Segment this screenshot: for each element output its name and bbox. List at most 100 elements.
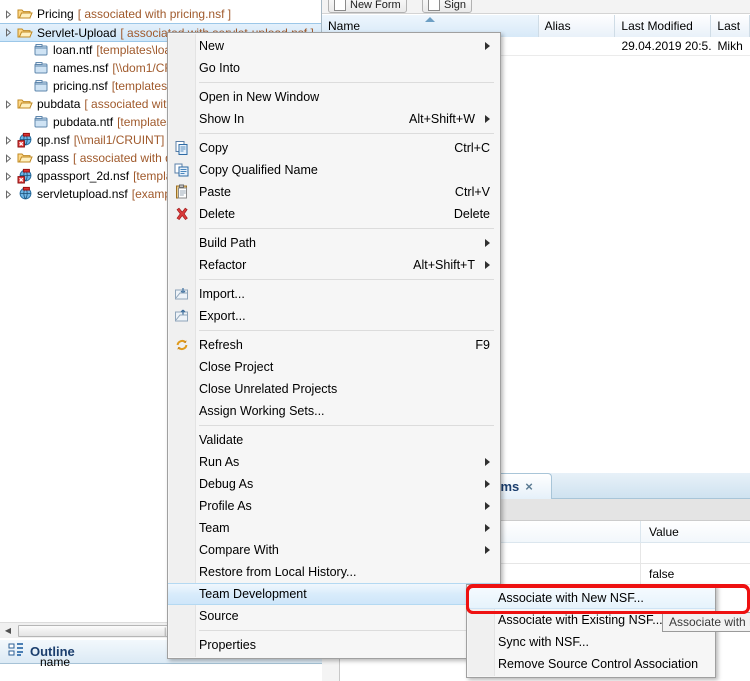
tree-item-label: loan.ntf xyxy=(53,43,92,57)
tree-item-label: names.nsf xyxy=(53,61,108,75)
table-cell: Mikh xyxy=(711,37,750,56)
toolbar-button-new-form[interactable]: New Form xyxy=(328,0,407,13)
chevron-right-icon[interactable] xyxy=(0,95,16,113)
submenu-arrow-icon xyxy=(485,458,490,466)
menu-item-debug-as[interactable]: Debug As xyxy=(168,473,500,495)
menu-item-shortcut: F9 xyxy=(475,338,490,352)
chevron-right-icon[interactable] xyxy=(0,167,16,185)
nsf-error-icon xyxy=(16,168,34,184)
menu-item-assign-working-sets[interactable]: Assign Working Sets... xyxy=(168,400,500,422)
menu-item-close-unrelated-projects[interactable]: Close Unrelated Projects xyxy=(168,378,500,400)
chevron-right-icon[interactable] xyxy=(0,5,16,23)
menu-item-paste[interactable]: PasteCtrl+V xyxy=(168,181,500,203)
folder-open-icon xyxy=(16,96,34,112)
tree-item[interactable]: Pricing[ associated with pricing.nsf ] xyxy=(0,5,322,23)
outline-icon xyxy=(8,642,24,661)
submenu-item-associate-with-new-nsf[interactable]: Associate with New NSF... xyxy=(467,587,715,609)
menu-item-show-in[interactable]: Show In Alt+Shift+W xyxy=(168,108,500,130)
menu-item-label: Refactor xyxy=(199,258,401,272)
refresh-icon xyxy=(173,336,191,354)
menu-item-copy-qualified-name[interactable]: Copy Qualified Name xyxy=(168,159,500,181)
toolbar-button-label: New Form xyxy=(350,0,401,11)
menu-item-label: Debug As xyxy=(199,477,475,491)
menu-item-team-development[interactable]: Team Development xyxy=(168,583,500,605)
close-icon[interactable]: × xyxy=(525,479,533,494)
menu-item-label: Run As xyxy=(199,455,475,469)
menu-item-import[interactable]: Import... xyxy=(168,283,500,305)
toolbar-button-label: Sign xyxy=(444,0,466,11)
menu-item-go-into[interactable]: Go Into xyxy=(168,57,500,79)
menu-item-label: Validate xyxy=(199,433,490,447)
menu-item-shortcut: Ctrl+C xyxy=(454,141,490,155)
column-header-alias[interactable]: Alias xyxy=(539,15,616,37)
menu-item-delete[interactable]: DeleteDelete xyxy=(168,203,500,225)
context-menu[interactable]: NewGo Into Open in New Window Show In Alt+S… xyxy=(167,32,501,659)
menu-item-new[interactable]: New xyxy=(168,35,500,57)
menu-item-label: Export... xyxy=(199,309,490,323)
tree-item-label: qp.nsf xyxy=(37,133,70,147)
menu-item-label: Open in New Window xyxy=(199,90,490,104)
chevron-right-icon[interactable] xyxy=(0,185,16,203)
menu-item-team[interactable]: Team xyxy=(168,517,500,539)
menu-item-label: Copy Qualified Name xyxy=(199,163,490,177)
menu-item-build-path[interactable]: Build Path xyxy=(168,232,500,254)
menu-item-open-in-new-window[interactable]: Open in New Window xyxy=(168,86,500,108)
menu-item-shortcut: Delete xyxy=(454,207,490,221)
submenu-item-sync-with-nsf[interactable]: Sync with NSF... xyxy=(467,631,715,653)
column-header-label: Last Modified xyxy=(621,19,692,33)
menu-item-restore-from-local-history[interactable]: Restore from Local History... xyxy=(168,561,500,583)
menu-item-validate[interactable]: Validate xyxy=(168,429,500,451)
tree-item-label: Servlet-Upload xyxy=(37,26,116,40)
submenu-item-label: Sync with NSF... xyxy=(498,635,705,649)
menu-item-profile-as[interactable]: Profile As xyxy=(168,495,500,517)
menu-item-run-as[interactable]: Run As xyxy=(168,451,500,473)
column-header-last[interactable]: Last xyxy=(711,15,750,37)
tree-item-label: qpass xyxy=(37,151,69,165)
menu-separator xyxy=(199,228,494,229)
menu-item-label: Import... xyxy=(199,287,490,301)
properties-column-header[interactable]: Value xyxy=(640,521,750,543)
menu-item-refactor[interactable]: RefactorAlt+Shift+T xyxy=(168,254,500,276)
submenu-item-label: Remove Source Control Association xyxy=(498,657,705,671)
menu-item-label: Close Project xyxy=(199,360,490,374)
editor-toolbar[interactable]: New Form Sign xyxy=(322,0,750,14)
folder-open-icon xyxy=(16,25,34,41)
menu-separator xyxy=(199,279,494,280)
menu-separator xyxy=(199,133,494,134)
menu-item-export[interactable]: Export... xyxy=(168,305,500,327)
database-icon xyxy=(32,114,50,130)
menu-item-compare-with[interactable]: Compare With xyxy=(168,539,500,561)
column-header-last-modified[interactable]: Last Modified xyxy=(615,15,711,37)
submenu-arrow-icon xyxy=(485,524,490,532)
menu-item-shortcut: Alt+Shift+W xyxy=(409,112,475,126)
sign-icon xyxy=(428,0,440,11)
tree-item-detail: [ associated with pricing.nsf ] xyxy=(78,7,231,21)
properties-cell: false xyxy=(640,564,750,585)
menu-item-shortcut: Ctrl+V xyxy=(455,185,490,199)
chevron-right-icon[interactable] xyxy=(0,131,16,149)
database-icon xyxy=(32,60,50,76)
submenu-arrow-icon xyxy=(485,502,490,510)
chevron-right-icon[interactable] xyxy=(0,24,16,42)
chevron-right-icon[interactable] xyxy=(0,149,16,167)
menu-item-label: Build Path xyxy=(199,236,475,250)
submenu-arrow-icon xyxy=(485,480,490,488)
menu-item-label: Show In xyxy=(199,112,397,126)
menu-item-close-project[interactable]: Close Project xyxy=(168,356,500,378)
column-header-label: Name xyxy=(328,19,360,33)
menu-item-source[interactable]: Source xyxy=(168,605,500,627)
table-cell xyxy=(539,37,616,56)
folder-open-icon xyxy=(16,6,34,22)
nsf-error-icon xyxy=(16,132,34,148)
menu-item-properties[interactable]: Properties xyxy=(168,634,500,656)
submenu-item-remove-source-control-association[interactable]: Remove Source Control Association xyxy=(467,653,715,675)
menu-item-copy[interactable]: CopyCtrl+C xyxy=(168,137,500,159)
menu-separator xyxy=(199,630,494,631)
submenu-arrow-icon xyxy=(485,546,490,554)
menu-item-label: Profile As xyxy=(199,499,475,513)
submenu-arrow-icon xyxy=(485,42,490,50)
toolbar-button-sign[interactable]: Sign xyxy=(422,0,472,13)
menu-item-refresh[interactable]: RefreshF9 xyxy=(168,334,500,356)
design-name-cell: name xyxy=(40,655,70,669)
scroll-left-arrow-icon[interactable]: ◀ xyxy=(0,623,16,639)
